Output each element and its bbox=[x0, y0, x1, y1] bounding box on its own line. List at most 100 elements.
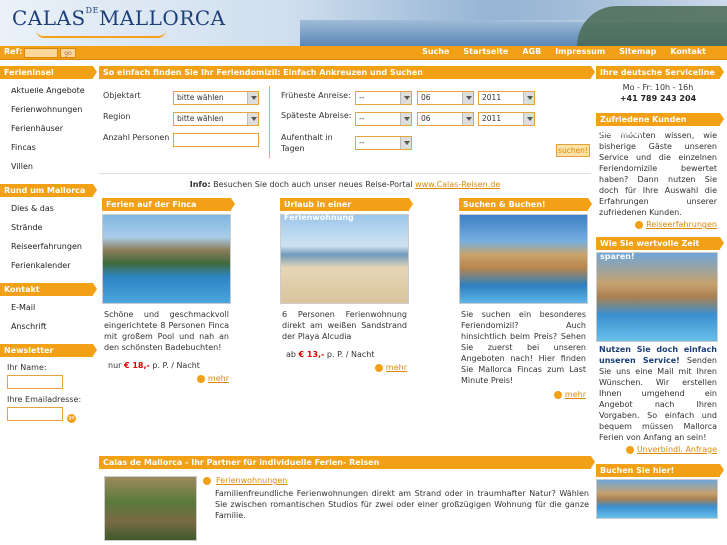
objekttyp-select[interactable]: bitte wählen bbox=[173, 91, 259, 105]
abreise-month-select[interactable]: 06 bbox=[417, 112, 474, 126]
service-hours: Mo - Fr: 10h - 16h bbox=[622, 83, 694, 92]
abreise-year-select[interactable]: 2011 bbox=[478, 112, 535, 126]
anreise-label: Früheste Anreise: bbox=[281, 91, 351, 100]
more-link[interactable]: mehr bbox=[102, 374, 231, 383]
teaser-finca: Ferien auf der Finca Schöne und geschmac… bbox=[102, 198, 235, 383]
ferienwohnungen-link[interactable]: Ferienwohnungen bbox=[203, 476, 287, 485]
search-button[interactable]: suchen! bbox=[556, 144, 590, 157]
abreise-label: Späteste Abreise: bbox=[281, 111, 352, 120]
teaser-title: Suchen & Buchen! bbox=[459, 198, 592, 211]
nav-suche[interactable]: Suche bbox=[415, 47, 456, 56]
chevron-down-icon bbox=[400, 92, 411, 104]
aufenthalt-select[interactable]: -- bbox=[355, 136, 412, 150]
nav-agb[interactable]: AGB bbox=[515, 47, 548, 56]
sidebar-item-dies-das[interactable]: Dies & das bbox=[0, 199, 93, 218]
sidebar-heading: Ferieninsel Mallorca bbox=[0, 66, 97, 90]
kunden-heading: Zufriedene Kunden berichten bbox=[596, 113, 724, 137]
sidebar-item-villen[interactable]: Villen bbox=[0, 157, 93, 176]
ref-input[interactable] bbox=[24, 48, 58, 58]
anreise-year-select[interactable]: 2011 bbox=[478, 91, 535, 105]
sidebar-item-straende[interactable]: Strände bbox=[0, 218, 93, 237]
ref-go-button[interactable]: go bbox=[60, 48, 76, 58]
partner-text: Familienfreundliche Ferienwohnungen dire… bbox=[215, 489, 589, 520]
arrow-icon bbox=[625, 445, 634, 454]
arrow-icon bbox=[553, 390, 562, 399]
sidebar-item-email[interactable]: E-Mail bbox=[0, 298, 93, 317]
arrow-icon bbox=[635, 220, 644, 229]
service-phone[interactable]: +41 789 243 204 bbox=[620, 94, 696, 103]
nav-links: Suche Startseite AGB Impressum Sitemap K… bbox=[415, 47, 713, 56]
left-sidebar: Ferieninsel Mallorca Aktuelle Angebote F… bbox=[0, 66, 97, 424]
nav-sitemap[interactable]: Sitemap bbox=[612, 47, 663, 56]
newsletter-go-button[interactable]: go bbox=[67, 414, 76, 423]
anreise-month-select[interactable]: 06 bbox=[417, 91, 474, 105]
newsletter-name-input[interactable] bbox=[7, 375, 63, 389]
sidebar-item-fincas[interactable]: Fincas bbox=[0, 138, 93, 157]
more-link[interactable]: mehr bbox=[280, 363, 409, 372]
more-link[interactable]: mehr bbox=[459, 390, 588, 399]
sidebar-item-ferienkalender[interactable]: Ferienkalender bbox=[0, 256, 93, 275]
reise-portal-link[interactable]: www.Calas-Reisen.de bbox=[415, 180, 500, 189]
search-form: So einfach finden Sie Ihr Feriendomizil:… bbox=[99, 66, 595, 174]
sidebar-item-ferienwohnungen[interactable]: Ferienwohnungen bbox=[0, 100, 93, 119]
chevron-down-icon bbox=[247, 92, 258, 104]
personen-input[interactable] bbox=[173, 133, 259, 147]
teaser-text: 6 Personen Ferienwohnung direkt am weiße… bbox=[282, 310, 407, 341]
buchen-box: Buchen Sie hier! bbox=[596, 464, 724, 519]
chevron-down-icon bbox=[462, 92, 473, 104]
right-sidebar: Ihre deutsche Serviceline Mo - Fr: 10h -… bbox=[596, 66, 724, 521]
info-label: Info: bbox=[189, 180, 211, 189]
finca-pool-image[interactable] bbox=[102, 214, 231, 304]
cliff-image bbox=[577, 6, 727, 46]
anfrage-link[interactable]: Unverbindl. Anfrage bbox=[596, 445, 720, 454]
chevron-down-icon bbox=[400, 137, 411, 149]
chevron-down-icon bbox=[523, 92, 534, 104]
aufenthalt-label: Aufenthalt in Tagen bbox=[281, 133, 333, 153]
info-text: Besuchen Sie doch auch unser neues Reise… bbox=[213, 180, 413, 189]
service-box: Ihre deutsche Serviceline Mo - Fr: 10h -… bbox=[596, 66, 724, 103]
sidebar-item-anschrift[interactable]: Anschrift bbox=[0, 317, 93, 336]
zeit-box: Wie Sie wertvolle Zeit sparen! Nutzen Si… bbox=[596, 237, 724, 454]
anreise-day-select[interactable]: -- bbox=[355, 91, 412, 105]
search-heading: So einfach finden Sie Ihr Feriendomizil:… bbox=[99, 66, 595, 79]
objekttyp-label: Objektart bbox=[103, 91, 141, 100]
beach-image[interactable] bbox=[280, 214, 409, 304]
newsletter-email-label: Ihre Emailadresse: bbox=[7, 395, 82, 404]
sidebar-heading: Rund um Mallorca bbox=[0, 184, 97, 197]
reiseerfahrungen-link[interactable]: Reiseerfahrungen bbox=[596, 220, 720, 229]
sidebar-item-reiseerfahrungen[interactable]: Reiseerfahrungen bbox=[0, 237, 93, 256]
arrow-icon bbox=[374, 363, 383, 372]
nav-kontakt[interactable]: Kontakt bbox=[663, 47, 713, 56]
teaser-row: Ferien auf der Finca Schöne und geschmac… bbox=[99, 198, 592, 428]
personen-label: Anzahl Personen bbox=[103, 133, 170, 142]
abreise-day-select[interactable]: -- bbox=[355, 112, 412, 126]
chevron-down-icon bbox=[523, 113, 534, 125]
newsletter-email-input[interactable] bbox=[7, 407, 63, 421]
region-label: Region bbox=[103, 112, 131, 121]
top-navbar: Ref: go Suche Startseite AGB Impressum S… bbox=[0, 46, 727, 60]
zeit-heading: Wie Sie wertvolle Zeit sparen! bbox=[596, 237, 724, 261]
villa-pool-image[interactable] bbox=[596, 252, 718, 342]
newsletter-heading: Newsletter bbox=[0, 344, 97, 357]
sidebar-item-ferienhaeuser[interactable]: Ferienhäuser bbox=[0, 119, 93, 138]
ref-label: Ref: bbox=[4, 47, 23, 56]
arrow-icon bbox=[203, 476, 211, 485]
nav-impressum[interactable]: Impressum bbox=[548, 47, 612, 56]
region-select[interactable]: bitte wählen bbox=[173, 112, 259, 126]
teaser-text: Sie suchen ein besonderes Feriendomizil?… bbox=[461, 310, 586, 385]
villa-image[interactable] bbox=[459, 214, 588, 304]
chevron-down-icon bbox=[247, 113, 258, 125]
palm-image[interactable] bbox=[596, 479, 718, 519]
partner-section: Calas de Mallorca - Ihr Partner für indi… bbox=[99, 456, 595, 541]
teaser-title: Urlaub in einer Ferienwohnung bbox=[280, 198, 413, 222]
chevron-down-icon bbox=[400, 113, 411, 125]
teaser-suchen-buchen: Suchen & Buchen! Sie suchen ein besonder… bbox=[459, 198, 592, 399]
sidebar-heading: Kontakt bbox=[0, 283, 97, 296]
logo[interactable]: CALASDEMALLORCA bbox=[12, 6, 226, 30]
nav-startseite[interactable]: Startseite bbox=[456, 47, 515, 56]
service-heading: Ihre deutsche Serviceline bbox=[596, 66, 724, 79]
teaser-text: Schöne und geschmackvoll eingerichtete 8… bbox=[104, 310, 229, 352]
zeit-text: Nutzen Sie doch einfach unseren Service!… bbox=[599, 345, 717, 442]
garden-image[interactable] bbox=[104, 476, 197, 541]
arrow-icon bbox=[196, 374, 205, 383]
